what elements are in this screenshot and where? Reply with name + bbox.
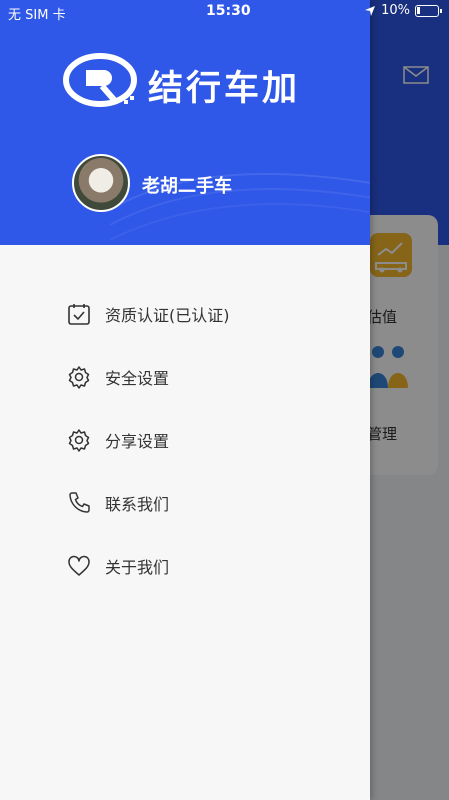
app-logo (63, 53, 137, 107)
calendar-check-icon (66, 301, 92, 327)
menu-item-label: 联系我们 (105, 494, 170, 514)
app-name: 结行车加 (148, 69, 301, 109)
menu-item-qualification[interactable]: 资质认证(已认证) (0, 282, 370, 345)
avatar[interactable] (72, 154, 130, 212)
menu-item-label: 分享设置 (105, 431, 170, 451)
heart-icon (66, 553, 92, 579)
username[interactable]: 老胡二手车 (142, 172, 232, 198)
battery-icon (415, 4, 442, 17)
menu-item-contact-us[interactable]: 联系我们 (0, 471, 370, 534)
drawer-menu: 资质认证(已认证) 安全设置 分享设置 联系我们 关于我们 (0, 282, 370, 597)
gear-icon (66, 427, 92, 453)
menu-item-about-us[interactable]: 关于我们 (0, 534, 370, 597)
menu-item-label: 资质认证(已认证) (105, 305, 230, 325)
location-arrow-icon (365, 5, 376, 16)
status-right-group: 10% (364, 3, 442, 18)
drawer-header: 结行车加 老胡二手车 (0, 0, 370, 245)
menu-item-share-settings[interactable]: 分享设置 (0, 408, 370, 471)
carrier-label: 无 SIM 卡 (8, 8, 66, 23)
phone-icon (66, 490, 92, 516)
menu-item-label: 安全设置 (105, 368, 170, 388)
clock: 15:30 (206, 3, 251, 19)
menu-item-security-settings[interactable]: 安全设置 (0, 345, 370, 408)
battery-percent: 10% (381, 3, 410, 18)
gear-icon (66, 364, 92, 390)
status-bar: 无 SIM 卡 15:30 10% (0, 0, 449, 24)
menu-item-label: 关于我们 (105, 557, 170, 577)
navigation-drawer: 结行车加 老胡二手车 资质认证(已认证) 安全设置 分享设置 联系我们 关于我们 (0, 0, 370, 800)
